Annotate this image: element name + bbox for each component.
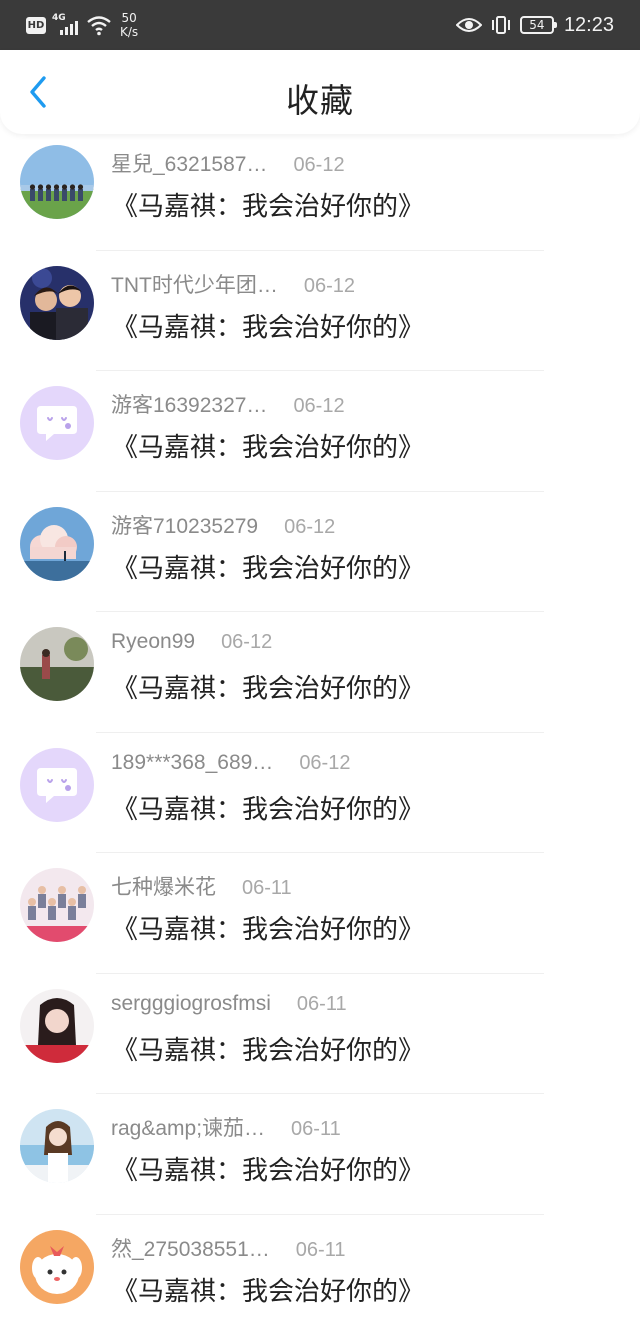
list-item[interactable]: 然_275038551… 06-11 《马嘉祺：我会治好你的》 [0,1215,640,1330]
avatar[interactable] [20,1229,94,1304]
avatar[interactable] [20,386,94,460]
avatar[interactable] [20,506,94,581]
list-item[interactable]: 189***368_689… 06-12 《马嘉祺：我会治好你的》 [0,733,640,853]
avatar[interactable] [20,988,94,1063]
item-meta: 七种爆米花 06-11 [111,871,292,901]
username[interactable]: 189***368_689… [111,751,273,775]
eye-icon [455,18,482,32]
item-title[interactable]: 《马嘉祺：我会治好你的》 [112,668,424,705]
date-label: 06-12 [221,631,273,653]
status-time: 12:23 [563,13,614,36]
list-item[interactable]: 游客16392327… 06-12 《马嘉祺：我会治好你的》 [0,371,640,492]
item-meta: 游客710235279 06-12 [111,510,335,540]
list-item[interactable]: Ryeon99 06-12 《马嘉祺：我会治好你的》 [0,612,640,733]
date-label: 06-11 [242,877,292,899]
list-item[interactable]: TNT时代少年团… 06-12 《马嘉祺：我会治好你的》 [0,251,640,371]
username[interactable]: 星兒_6321587… [111,148,267,178]
avatar[interactable] [20,145,94,219]
network-speed-value: 50 [121,11,137,25]
battery-icon: 54 [519,16,557,34]
list-item[interactable]: 游客710235279 06-12 《马嘉祺：我会治好你的》 [0,492,640,612]
item-meta: Ryeon99 06-12 [111,630,272,654]
item-title[interactable]: 《马嘉祺：我会治好你的》 [112,909,424,946]
item-title[interactable]: 《马嘉祺：我会治好你的》 [112,307,424,344]
date-label: 06-12 [303,274,355,297]
date-label: 06-12 [293,154,345,176]
date-label: 06-11 [296,992,347,1015]
item-title[interactable]: 《马嘉祺：我会治好你的》 [112,427,424,464]
item-meta: rag&amp;谏茄… 06-11 [111,1112,341,1142]
date-label: 06-11 [295,1238,346,1261]
date-label: 06-12 [299,751,351,774]
username[interactable]: 游客710235279 [111,510,258,540]
item-meta: 游客16392327… 06-12 [111,389,345,419]
hd-icon: HD [26,16,46,34]
item-meta: TNT时代少年团… 06-12 [111,269,355,299]
status-bar: HD 4G 50 K/s 54 12:23 [0,0,640,50]
signal-icon: 4G [52,13,80,37]
item-title[interactable]: 《马嘉祺：我会治好你的》 [112,1271,424,1308]
list-item[interactable]: rag&amp;谏茄… 06-11 《马嘉祺：我会治好你的》 [0,1094,640,1215]
list-item[interactable]: 七种爆米花 06-11 《马嘉祺：我会治好你的》 [0,853,640,974]
username[interactable]: sergggiogrosfmsi [111,992,271,1016]
username[interactable]: 然_275038551… [111,1233,270,1263]
item-meta: 星兒_6321587… 06-12 [111,148,345,178]
item-meta: 189***368_689… 06-12 [111,751,350,775]
avatar[interactable] [20,1109,94,1183]
page-title: 收藏 [286,81,354,120]
favorites-list: 星兒_6321587… 06-12 《马嘉祺：我会治好你的》 TNT时代少年团…… [0,130,640,1330]
item-meta: sergggiogrosfmsi 06-11 [111,992,347,1016]
avatar[interactable] [20,747,94,822]
network-speed: 50 K/s [120,11,138,39]
username[interactable]: TNT时代少年团… [111,269,278,299]
username[interactable]: 游客16392327… [111,389,267,419]
username[interactable]: Ryeon99 [111,630,195,654]
wifi-icon [87,16,111,36]
item-meta: 然_275038551… 06-11 [111,1233,345,1263]
username[interactable]: rag&amp;谏茄… [111,1112,265,1142]
date-label: 06-12 [293,395,345,417]
vibrate-icon [491,16,510,34]
header: 收藏 [0,50,640,134]
item-title[interactable]: 《马嘉祺：我会治好你的》 [112,186,424,223]
avatar[interactable] [20,627,94,701]
network-speed-unit: K/s [120,25,139,39]
item-title[interactable]: 《马嘉祺：我会治好你的》 [112,1030,424,1067]
date-label: 06-11 [291,1118,341,1140]
item-title[interactable]: 《马嘉祺：我会治好你的》 [112,548,424,585]
item-title[interactable]: 《马嘉祺：我会治好你的》 [112,789,424,826]
list-item[interactable]: 星兒_6321587… 06-12 《马嘉祺：我会治好你的》 [0,130,640,251]
avatar[interactable] [20,265,94,340]
list-item[interactable]: sergggiogrosfmsi 06-11 《马嘉祺：我会治好你的》 [0,974,640,1094]
username[interactable]: 七种爆米花 [111,871,216,901]
avatar[interactable] [20,868,94,942]
date-label: 06-12 [284,515,336,538]
item-title[interactable]: 《马嘉祺：我会治好你的》 [112,1150,424,1187]
